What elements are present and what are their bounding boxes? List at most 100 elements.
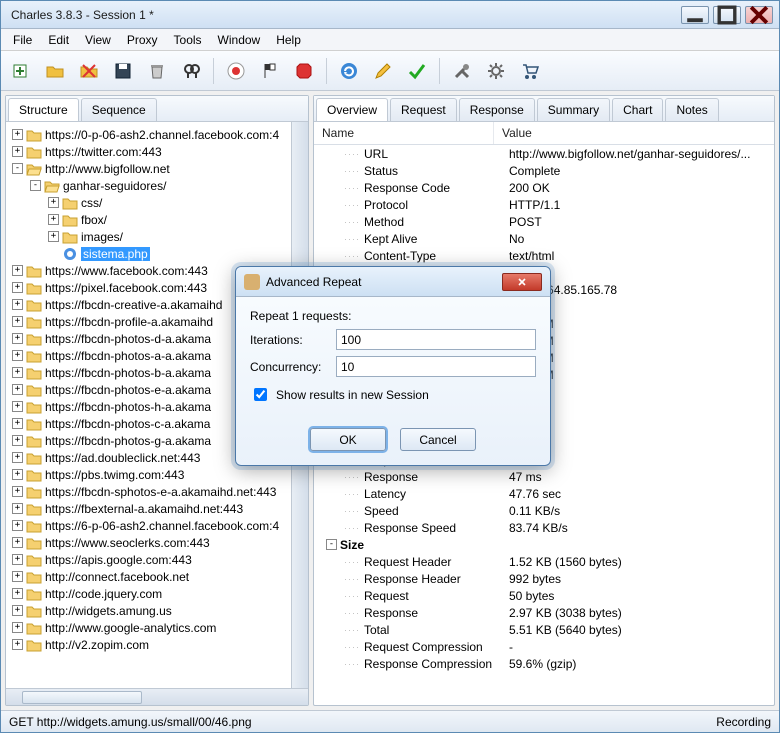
tree-toggle-icon[interactable]: +	[12, 554, 23, 565]
clear-button[interactable]	[75, 57, 103, 85]
tree-toggle-icon[interactable]: +	[48, 231, 59, 242]
tree-toggle-icon[interactable]: +	[12, 367, 23, 378]
tree-item[interactable]: sistema.php	[8, 245, 289, 262]
tree-toggle-icon[interactable]: +	[12, 588, 23, 599]
tree-toggle-icon[interactable]: +	[12, 333, 23, 344]
details-row[interactable]: ····Response Compression59.6% (gzip)	[314, 655, 774, 672]
tree-toggle-icon[interactable]: +	[12, 299, 23, 310]
details-row[interactable]: ····Kept AliveNo	[314, 230, 774, 247]
tree-item[interactable]: +http://www.google-analytics.com	[8, 619, 289, 636]
tree-item[interactable]: +http://connect.facebook.net	[8, 568, 289, 585]
tab-response[interactable]: Response	[459, 98, 535, 121]
cancel-button[interactable]: Cancel	[400, 428, 476, 451]
tree-toggle-icon[interactable]: +	[12, 435, 23, 446]
details-row[interactable]: ····ProtocolHTTP/1.1	[314, 196, 774, 213]
menu-help[interactable]: Help	[268, 31, 309, 49]
tab-notes[interactable]: Notes	[665, 98, 718, 121]
iterations-input[interactable]	[336, 329, 536, 350]
menu-tools[interactable]: Tools	[166, 31, 210, 49]
group-toggle-icon[interactable]: -	[326, 539, 337, 550]
minimize-button[interactable]	[681, 6, 709, 24]
tab-overview[interactable]: Overview	[316, 98, 388, 121]
details-row[interactable]: ····Content-Typetext/html	[314, 247, 774, 264]
tree-toggle-icon[interactable]: +	[12, 622, 23, 633]
menu-view[interactable]: View	[77, 31, 119, 49]
check-button[interactable]	[403, 57, 431, 85]
dialog-close-button[interactable]	[502, 273, 542, 291]
details-row[interactable]: ····MethodPOST	[314, 213, 774, 230]
tree-item[interactable]: +css/	[8, 194, 289, 211]
tree-toggle-icon[interactable]: +	[12, 316, 23, 327]
details-row[interactable]: ····Request Header1.52 KB (1560 bytes)	[314, 553, 774, 570]
tree-toggle-icon[interactable]: +	[12, 537, 23, 548]
flags-button[interactable]	[256, 57, 284, 85]
tree-toggle-icon[interactable]: +	[12, 469, 23, 480]
tab-structure[interactable]: Structure	[8, 98, 79, 121]
tab-request[interactable]: Request	[390, 98, 457, 121]
settings-button[interactable]	[482, 57, 510, 85]
tree-toggle-icon[interactable]: +	[12, 129, 23, 140]
details-row[interactable]: ····Response2.97 KB (3038 bytes)	[314, 604, 774, 621]
tab-summary[interactable]: Summary	[537, 98, 610, 121]
menu-proxy[interactable]: Proxy	[119, 31, 166, 49]
tree-item[interactable]: +https://fbcdn-sphotos-e-a.akamaihd.net:…	[8, 483, 289, 500]
tree-item[interactable]: +http://widgets.amung.us	[8, 602, 289, 619]
edit-button[interactable]	[369, 57, 397, 85]
tree-toggle-icon[interactable]: +	[48, 197, 59, 208]
details-row[interactable]: ····Latency47.76 sec	[314, 485, 774, 502]
concurrency-input[interactable]	[336, 356, 536, 377]
tree-toggle-icon[interactable]: +	[12, 520, 23, 531]
open-button[interactable]	[41, 57, 69, 85]
details-row[interactable]: ····Response Header992 bytes	[314, 570, 774, 587]
tree-toggle-icon[interactable]: +	[12, 639, 23, 650]
tools-button[interactable]	[448, 57, 476, 85]
details-row[interactable]: ····Response Speed83.74 KB/s	[314, 519, 774, 536]
menu-window[interactable]: Window	[210, 31, 269, 49]
tree-item[interactable]: +https://twitter.com:443	[8, 143, 289, 160]
tree-item[interactable]: +http://code.jquery.com	[8, 585, 289, 602]
tree-toggle-icon[interactable]: +	[12, 486, 23, 497]
tree-toggle-icon[interactable]: -	[30, 180, 41, 191]
details-row[interactable]: ····Request50 bytes	[314, 587, 774, 604]
tree-item[interactable]: -ganhar-seguidores/	[8, 177, 289, 194]
tree-toggle-icon[interactable]: +	[12, 350, 23, 361]
new-session-checkbox[interactable]	[254, 388, 267, 401]
details-row[interactable]: ····Request Compression-	[314, 638, 774, 655]
trash-button[interactable]	[143, 57, 171, 85]
tree-toggle-icon[interactable]: +	[12, 452, 23, 463]
tree-item[interactable]: +https://pbs.twimg.com:443	[8, 466, 289, 483]
details-row[interactable]: -Size	[314, 536, 774, 553]
tree-item[interactable]: +https://fbexternal-a.akamaihd.net:443	[8, 500, 289, 517]
details-row[interactable]: ····Speed0.11 KB/s	[314, 502, 774, 519]
menu-edit[interactable]: Edit	[40, 31, 77, 49]
stop-button[interactable]	[290, 57, 318, 85]
details-row[interactable]: ····Response47 ms	[314, 468, 774, 485]
menu-file[interactable]: File	[5, 31, 40, 49]
refresh-button[interactable]	[335, 57, 363, 85]
save-button[interactable]	[109, 57, 137, 85]
tree-hscroll[interactable]	[6, 688, 308, 705]
tree-toggle-icon[interactable]: -	[12, 163, 23, 174]
close-button[interactable]	[745, 6, 773, 24]
tree-toggle-icon[interactable]: +	[48, 214, 59, 225]
details-row[interactable]: ····Response Code200 OK	[314, 179, 774, 196]
details-row[interactable]: ····URLhttp://www.bigfollow.net/ganhar-s…	[314, 145, 774, 162]
tree-item[interactable]: +images/	[8, 228, 289, 245]
maximize-button[interactable]	[713, 6, 741, 24]
tree-toggle-icon[interactable]: +	[12, 418, 23, 429]
new-session-button[interactable]	[7, 57, 35, 85]
tree-toggle-icon[interactable]: +	[12, 605, 23, 616]
tree-item[interactable]: +http://v2.zopim.com	[8, 636, 289, 653]
details-row[interactable]: ····Total5.51 KB (5640 bytes)	[314, 621, 774, 638]
ok-button[interactable]: OK	[310, 428, 386, 451]
tree-item[interactable]: +https://0-p-06-ash2.channel.facebook.co…	[8, 126, 289, 143]
find-button[interactable]	[177, 57, 205, 85]
tree-item[interactable]: -http://www.bigfollow.net	[8, 160, 289, 177]
cart-button[interactable]	[516, 57, 544, 85]
tab-sequence[interactable]: Sequence	[81, 98, 157, 121]
tab-chart[interactable]: Chart	[612, 98, 663, 121]
tree-toggle-icon[interactable]: +	[12, 146, 23, 157]
tree-toggle-icon[interactable]: +	[12, 401, 23, 412]
tree-item[interactable]: +https://www.seoclerks.com:443	[8, 534, 289, 551]
tree-toggle-icon[interactable]: +	[12, 571, 23, 582]
